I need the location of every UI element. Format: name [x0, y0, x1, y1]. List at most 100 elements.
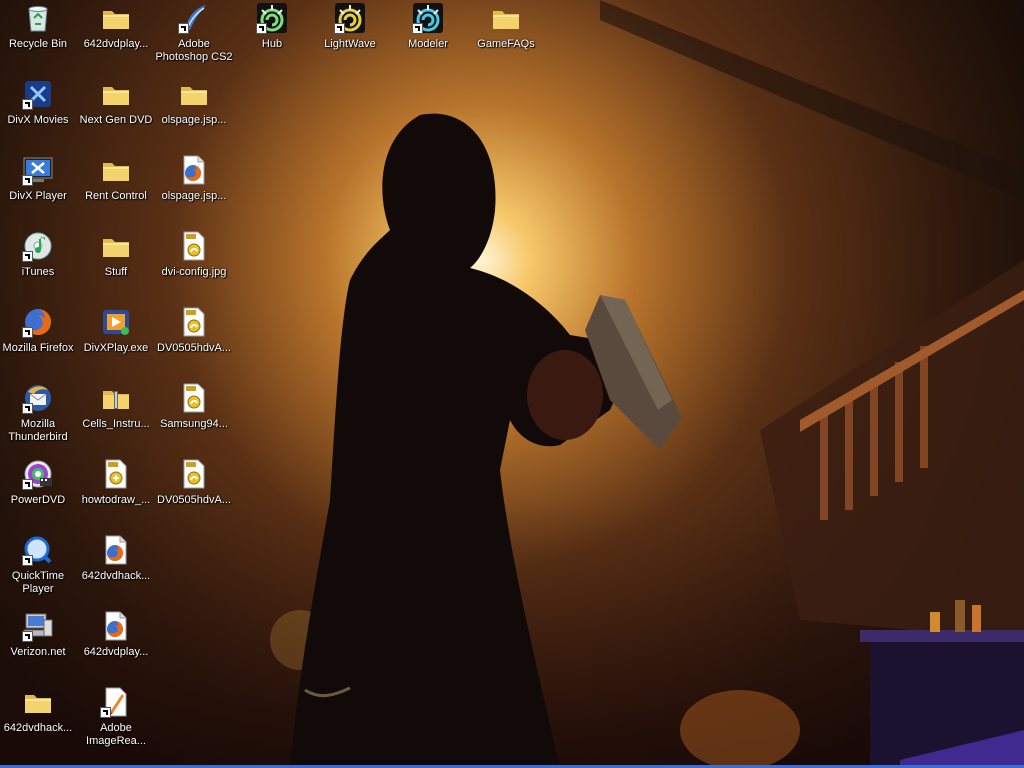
- imageready-icon: [100, 686, 132, 718]
- itunes-icon: [22, 230, 54, 262]
- desktop-icon-modeler[interactable]: Modeler: [389, 2, 467, 76]
- desktop-icon-dv0505hdva[interactable]: DV0505hdvA...: [155, 306, 233, 380]
- desktop-icon-label: olspage.jsp...: [161, 190, 227, 202]
- desktop-icon-samsung94[interactable]: Samsung94...: [155, 382, 233, 456]
- desktop-icon-olspage-jsp[interactable]: olspage.jsp...: [155, 154, 233, 228]
- desktop-icon-642dvdhack[interactable]: 642dvdhack...: [0, 686, 77, 760]
- lightwave-icon: [334, 2, 366, 34]
- desktop-icon-label: iTunes: [21, 266, 55, 278]
- desktop-icon-label: dvi-config.jpg: [161, 266, 227, 278]
- shortcut-arrow-icon: [22, 99, 33, 110]
- divx-player-icon: [22, 154, 54, 186]
- desktop-icon-hub[interactable]: Hub: [233, 2, 311, 76]
- desktop-icon-mozilla-firefox[interactable]: Mozilla Firefox: [0, 306, 77, 380]
- desktop-icon-label: PowerDVD: [10, 494, 66, 506]
- verizon-computer-icon: [22, 610, 54, 642]
- desktop-icon-verizon-net[interactable]: Verizon.net: [0, 610, 77, 684]
- desktop-icon-label: DV0505hdvA...: [157, 494, 231, 506]
- thunderbird-icon: [22, 382, 54, 414]
- firefox-document-icon: [100, 534, 132, 566]
- desktop-icon-label: olspage.jsp...: [161, 114, 227, 126]
- desktop-icon-cells-instru[interactable]: Cells_Instru...: [77, 382, 155, 456]
- desktop-icon-label: Mozilla Thunderbird: [8, 418, 68, 443]
- desktop-icon-label: howtodraw_...: [81, 494, 151, 506]
- desktop-icon-quicktime-player[interactable]: QuickTime Player: [0, 534, 77, 608]
- desktop-icon-label: 642dvdhack...: [3, 722, 73, 734]
- desktop-icon-label: DV0505hdvA...: [157, 342, 231, 354]
- shortcut-arrow-icon: [22, 555, 33, 566]
- photoshop-icon: [178, 2, 210, 34]
- desktop-icon-next-gen-dvd[interactable]: Next Gen DVD: [77, 78, 155, 152]
- desktop-icon-label: Stuff: [104, 266, 128, 278]
- desktop-icon-label: Samsung94...: [160, 418, 228, 430]
- desktop-icon-642dvdhack[interactable]: 642dvdhack...: [77, 534, 155, 608]
- desktop-icon-642dvdplay[interactable]: 642dvdplay...: [77, 2, 155, 76]
- firefox-icon: [22, 306, 54, 338]
- desktop-icon-label: Adobe Photoshop CS2: [155, 38, 233, 63]
- desktop-icon-recycle-bin[interactable]: Recycle Bin: [0, 2, 77, 76]
- desktop-icon-adobe-photoshop-cs2[interactable]: Adobe Photoshop CS2: [155, 2, 233, 76]
- desktop-icon-powerdvd[interactable]: PowerDVD: [0, 458, 77, 532]
- shortcut-arrow-icon: [412, 23, 423, 34]
- desktop-icon-divxplay-exe[interactable]: DivXPlay.exe: [77, 306, 155, 380]
- desktop-icon-label: Cells_Instru...: [82, 418, 150, 430]
- folder-icon: [178, 78, 210, 110]
- desktop-icon-label: Modeler: [408, 38, 448, 50]
- shortcut-arrow-icon: [22, 403, 33, 414]
- folder-icon: [100, 2, 132, 34]
- desktop-icon-divx-player[interactable]: DivX Player: [0, 154, 77, 228]
- desktop-icon-dvi-config-jpg[interactable]: dvi-config.jpg: [155, 230, 233, 304]
- shortcut-arrow-icon: [100, 707, 111, 718]
- desktop-icon-label: Hub: [261, 38, 283, 50]
- gif-file-icon: [100, 458, 132, 490]
- firefox-document-icon: [100, 610, 132, 642]
- shortcut-arrow-icon: [22, 327, 33, 338]
- desktop-icon-gamefaqs[interactable]: GameFAQs: [467, 2, 545, 76]
- desktop-icon-label: GameFAQs: [477, 38, 535, 50]
- shortcut-arrow-icon: [178, 23, 189, 34]
- desktop-icon-642dvdplay[interactable]: 642dvdplay...: [77, 610, 155, 684]
- desktop-icon-dv0505hdva[interactable]: DV0505hdvA...: [155, 458, 233, 532]
- desktop-icon-lightwave[interactable]: LightWave: [311, 2, 389, 76]
- desktop-icon-label: Next Gen DVD: [79, 114, 153, 126]
- desktop-icon-label: 642dvdplay...: [83, 646, 149, 658]
- firefox-document-icon: [178, 154, 210, 186]
- lightwave-modeler-icon: [412, 2, 444, 34]
- jpg-file-icon: [178, 382, 210, 414]
- jpg-file-icon: [178, 230, 210, 262]
- desktop-icon-mozilla-thunderbird[interactable]: Mozilla Thunderbird: [0, 382, 77, 456]
- desktop-icon-itunes[interactable]: iTunes: [0, 230, 77, 304]
- desktop-icon-label: Adobe ImageRea...: [86, 722, 146, 747]
- desktop-icon-label: 642dvdplay...: [83, 38, 149, 50]
- folder-icon: [100, 78, 132, 110]
- desktop-icon-stuff[interactable]: Stuff: [77, 230, 155, 304]
- desktop-icon-label: QuickTime Player: [11, 570, 65, 595]
- shortcut-arrow-icon: [22, 251, 33, 262]
- recycle-bin-icon: [22, 2, 54, 34]
- folder-icon: [22, 686, 54, 718]
- desktop-icon-label: DivX Player: [9, 190, 67, 202]
- desktop-icon-label: DivXPlay.exe: [83, 342, 149, 354]
- shortcut-arrow-icon: [22, 175, 33, 186]
- shortcut-arrow-icon: [334, 23, 345, 34]
- folder-icon: [100, 154, 132, 186]
- folder-icon: [100, 230, 132, 262]
- jpg-file-icon: [178, 306, 210, 338]
- divx-icon: [22, 78, 54, 110]
- desktop-icon-howtodraw[interactable]: howtodraw_...: [77, 458, 155, 532]
- desktop-icon-olspage-jsp[interactable]: olspage.jsp...: [155, 78, 233, 152]
- desktop-icon-divx-movies[interactable]: DivX Movies: [0, 78, 77, 152]
- desktop-icon-label: Rent Control: [85, 190, 147, 202]
- desktop-icon-label: DivX Movies: [7, 114, 69, 126]
- powerdvd-icon: [22, 458, 54, 490]
- desktop-icon-label: LightWave: [324, 38, 376, 50]
- desktop-icon-adobe-imagerea[interactable]: Adobe ImageRea...: [77, 686, 155, 760]
- quicktime-icon: [22, 534, 54, 566]
- desktop-icon-rent-control[interactable]: Rent Control: [77, 154, 155, 228]
- shortcut-arrow-icon: [256, 23, 267, 34]
- shortcut-arrow-icon: [22, 631, 33, 642]
- desktop-icon-label: 642dvdhack...: [81, 570, 151, 582]
- zip-folder-icon: [100, 382, 132, 414]
- divxplay-exe-icon: [100, 306, 132, 338]
- desktop-icon-label: Mozilla Firefox: [2, 342, 74, 354]
